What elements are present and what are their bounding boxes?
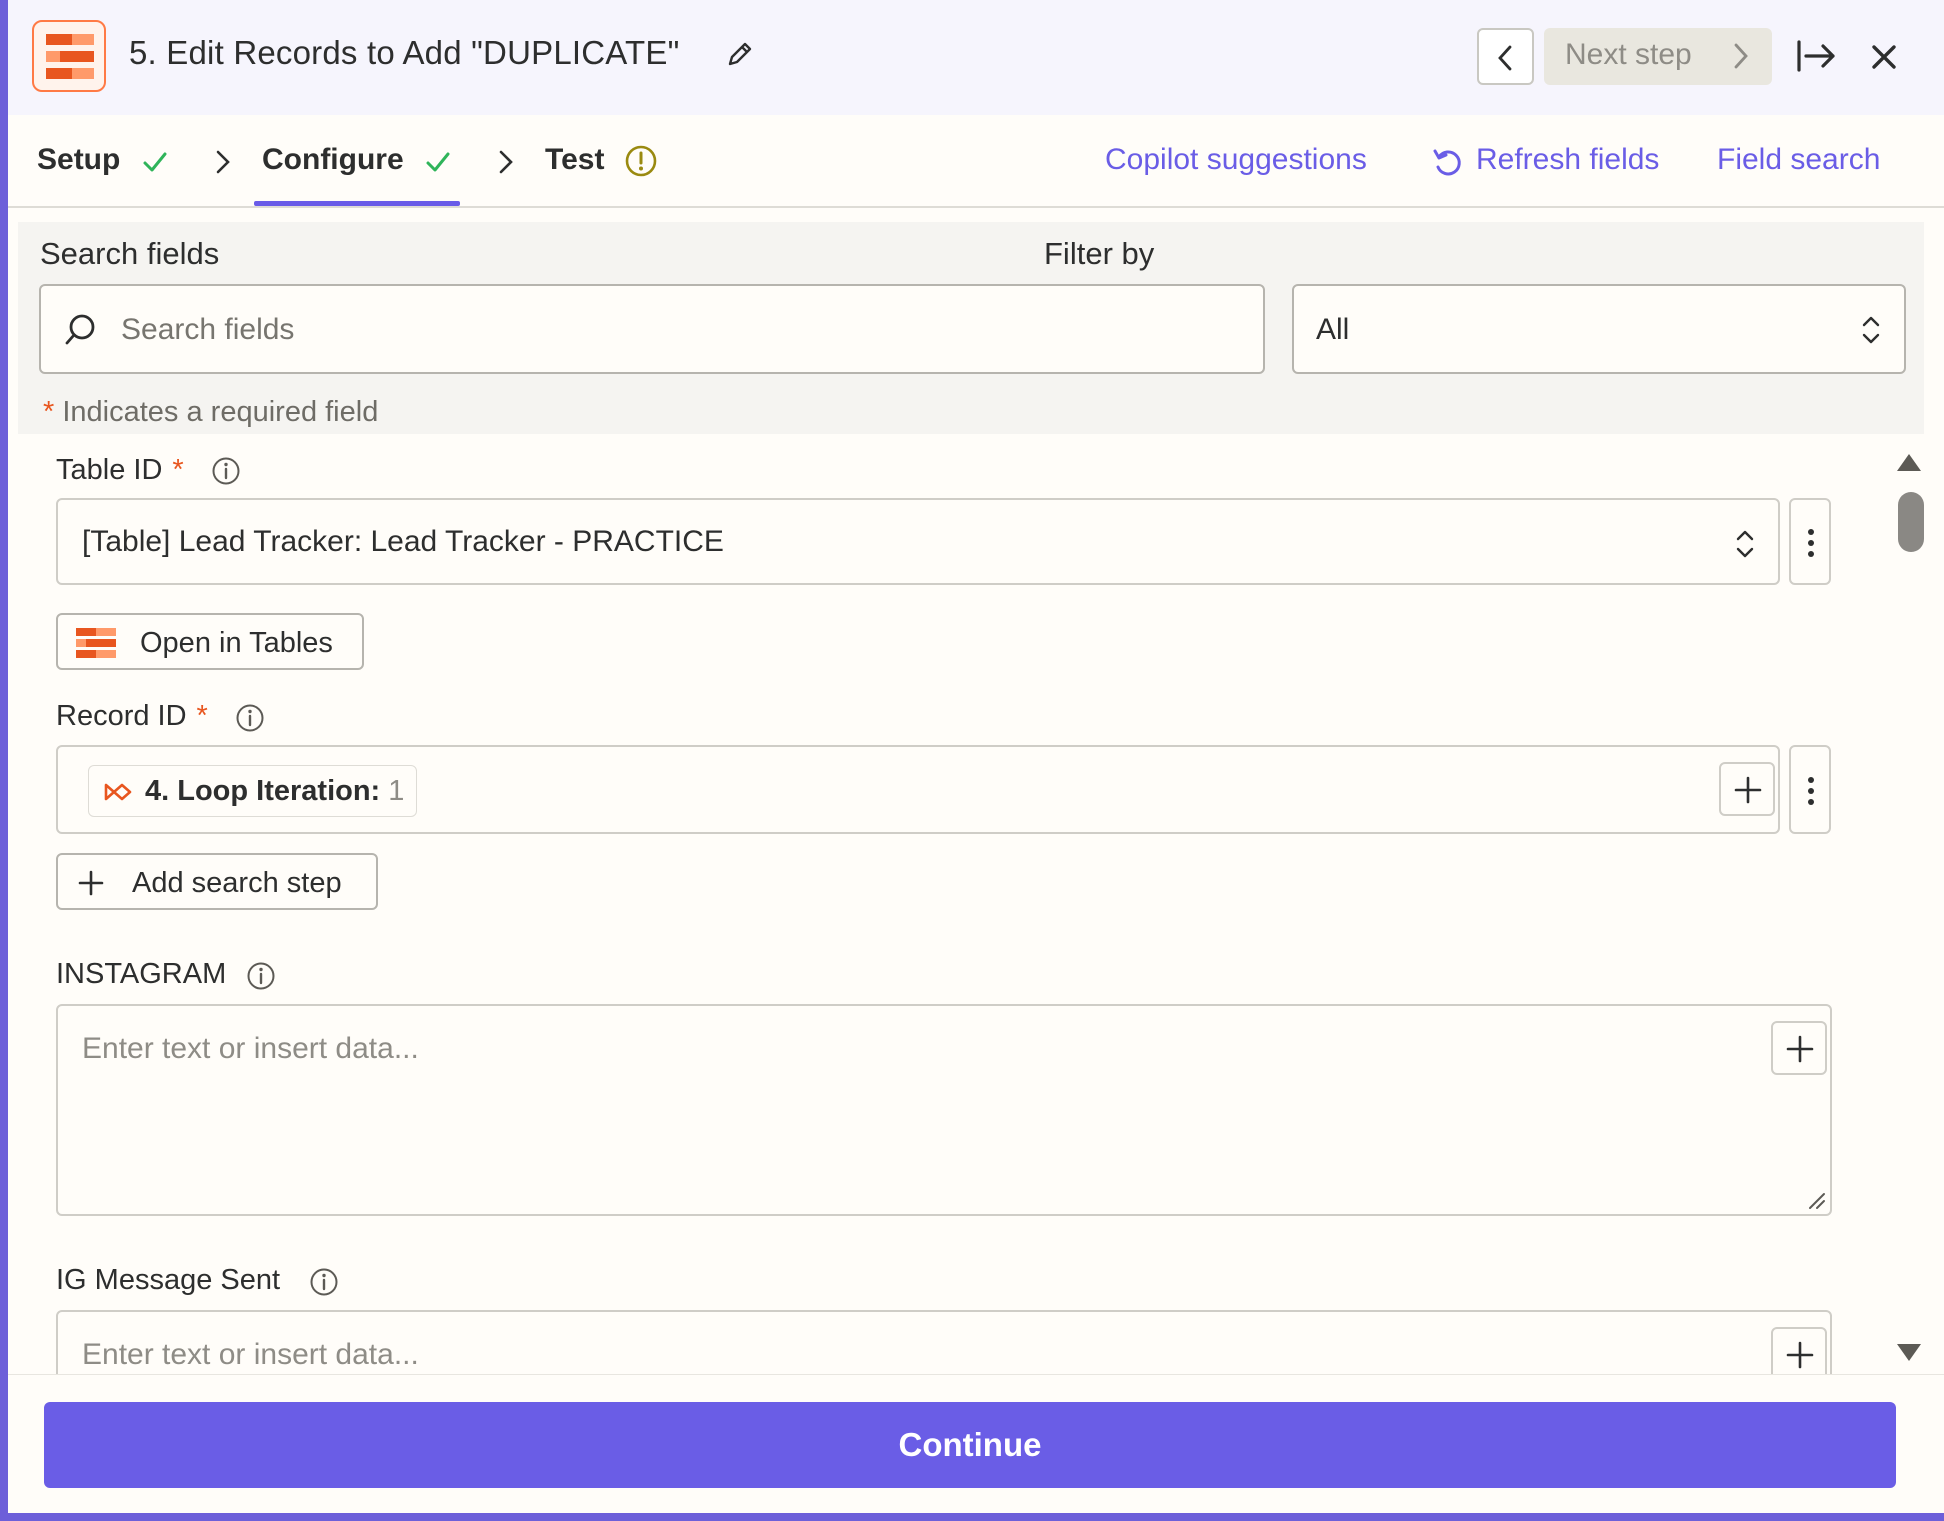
- zapier-tables-icon: [76, 628, 116, 658]
- continue-button[interactable]: Continue: [44, 1402, 1896, 1488]
- table-id-label: Table ID *: [56, 454, 184, 487]
- table-id-label-text: Table ID: [56, 454, 163, 486]
- zapier-tables-logo-icon: [32, 20, 106, 92]
- active-tab-indicator: [254, 201, 460, 206]
- record-id-mapped-value-pill[interactable]: 4. Loop Iteration: 1: [88, 765, 418, 817]
- filter-by-select[interactable]: All: [1292, 284, 1906, 374]
- ig-message-sent-placeholder: Enter text or insert data...: [82, 1338, 419, 1371]
- required-note-text: Indicates a required field: [62, 396, 379, 428]
- plus-icon: [1734, 776, 1762, 804]
- refresh-fields-link[interactable]: Refresh fields: [1476, 143, 1659, 177]
- close-icon[interactable]: [1867, 40, 1901, 74]
- plus-icon: [1786, 1035, 1814, 1063]
- open-in-tables-label: Open in Tables: [140, 627, 333, 659]
- insert-data-button[interactable]: [1771, 1021, 1827, 1075]
- required-star: *: [172, 454, 184, 486]
- record-id-input[interactable]: 4. Loop Iteration: 1: [56, 745, 1780, 834]
- add-search-step-button[interactable]: Add search step: [56, 853, 378, 910]
- add-search-step-label: Add search step: [132, 867, 342, 899]
- pill-step-label: 4. Loop Iteration:: [145, 775, 381, 807]
- required-field-note: * Indicates a required field: [43, 396, 378, 429]
- refresh-icon[interactable]: [1430, 145, 1466, 181]
- info-icon[interactable]: [309, 1267, 339, 1297]
- filter-by-label: Filter by: [1044, 236, 1155, 271]
- instagram-label: INSTAGRAM: [56, 958, 227, 990]
- open-in-tables-button[interactable]: Open in Tables: [56, 613, 364, 670]
- check-icon: [426, 152, 450, 172]
- field-search-panel: Search fields Filter by All * Indicates …: [18, 222, 1924, 434]
- next-step-label: Next step: [1565, 38, 1692, 71]
- insert-data-button[interactable]: [1719, 762, 1775, 816]
- warning-icon: [625, 145, 657, 177]
- next-step-button[interactable]: Next step: [1544, 28, 1772, 85]
- required-star: *: [196, 700, 208, 732]
- expand-panel-icon[interactable]: [1795, 38, 1837, 74]
- chevron-right-icon: [1734, 43, 1748, 69]
- instagram-textarea[interactable]: Enter text or insert data...: [56, 1004, 1832, 1216]
- record-id-label-text: Record ID: [56, 700, 187, 732]
- check-icon: [143, 152, 167, 172]
- filter-by-value: All: [1316, 313, 1350, 346]
- step-tabs: Setup Configure Test Copilot suggestions…: [8, 115, 1944, 208]
- previous-step-button[interactable]: [1477, 28, 1534, 85]
- search-fields-box[interactable]: [39, 284, 1265, 374]
- insert-data-button[interactable]: [1771, 1327, 1827, 1374]
- record-id-more-options-button[interactable]: [1789, 745, 1831, 834]
- ig-message-sent-label: IG Message Sent: [56, 1264, 281, 1296]
- pencil-icon[interactable]: [724, 38, 756, 70]
- loop-icon: [104, 783, 132, 801]
- info-icon[interactable]: [235, 703, 265, 733]
- table-id-more-options-button[interactable]: [1789, 498, 1831, 585]
- table-id-value: [Table] Lead Tracker: Lead Tracker - PRA…: [82, 525, 724, 558]
- step-title: 5. Edit Records to Add "DUPLICATE": [129, 34, 680, 71]
- scroll-up-arrow-icon[interactable]: [1895, 451, 1923, 473]
- tab-test[interactable]: Test: [545, 143, 604, 177]
- resize-handle-icon[interactable]: [1804, 1188, 1826, 1210]
- scroll-down-arrow-icon[interactable]: [1895, 1342, 1923, 1364]
- up-down-chevron-icon: [1862, 316, 1880, 344]
- pill-value: 1: [388, 775, 405, 807]
- chevron-right-icon: [499, 150, 513, 174]
- search-icon: [65, 314, 95, 345]
- ig-message-sent-textarea[interactable]: Enter text or insert data...: [56, 1310, 1832, 1374]
- tab-setup[interactable]: Setup: [37, 143, 120, 177]
- table-id-select[interactable]: [Table] Lead Tracker: Lead Tracker - PRA…: [56, 498, 1780, 585]
- form-fields-scroll-area: Table ID * [Table] Lead Tracker: Lead Tra…: [8, 434, 1944, 1374]
- step-footer: Continue: [8, 1374, 1944, 1513]
- scrollbar-thumb[interactable]: [1898, 492, 1924, 552]
- step-header: 5. Edit Records to Add "DUPLICATE" Next …: [8, 0, 1944, 115]
- info-icon[interactable]: [246, 961, 276, 991]
- record-id-label: Record ID *: [56, 700, 208, 733]
- instagram-placeholder: Enter text or insert data...: [82, 1032, 419, 1065]
- info-icon[interactable]: [211, 456, 241, 486]
- chevron-right-icon: [216, 150, 230, 174]
- tab-configure[interactable]: Configure: [262, 143, 404, 177]
- search-fields-input[interactable]: [121, 308, 1241, 352]
- step-editor-panel: 5. Edit Records to Add "DUPLICATE" Next …: [8, 0, 1944, 1513]
- up-down-chevron-icon: [1736, 530, 1754, 558]
- copilot-suggestions-link[interactable]: Copilot suggestions: [1105, 143, 1367, 177]
- chevron-left-icon: [1498, 45, 1512, 71]
- plus-icon: [78, 870, 104, 896]
- plus-icon: [1786, 1341, 1814, 1369]
- required-star: *: [43, 396, 55, 428]
- field-search-link[interactable]: Field search: [1717, 143, 1880, 177]
- search-fields-label: Search fields: [40, 236, 220, 271]
